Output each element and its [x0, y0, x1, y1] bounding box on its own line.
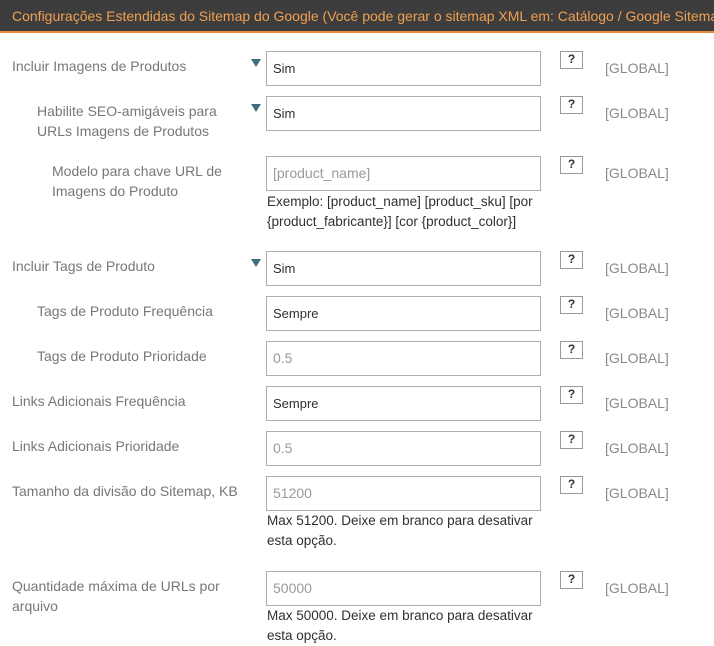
field-label: Tags de Produto Prioridade [37, 348, 207, 364]
scope-label: [GLOBAL] [605, 260, 669, 276]
help-button[interactable]: ? [560, 571, 583, 589]
scope-label: [GLOBAL] [605, 305, 669, 321]
scope-label: [GLOBAL] [605, 350, 669, 366]
section-header[interactable]: Configurações Estendidas do Sitemap do G… [0, 0, 714, 33]
help-button[interactable]: ? [560, 96, 583, 114]
help-button[interactable]: ? [560, 51, 583, 69]
help-button[interactable]: ? [560, 386, 583, 404]
max-urls-input[interactable]: 50000 [266, 571, 541, 606]
caret-down-icon[interactable] [251, 104, 261, 112]
help-button[interactable]: ? [560, 341, 583, 359]
field-label: Habilite SEO-amigáveis para URLs Imagens… [37, 103, 217, 139]
scope-label: [GLOBAL] [605, 395, 669, 411]
seo-urls-imagens-select[interactable]: Sim [266, 96, 541, 131]
field-note: Max 51200. Deixe em branco para desativa… [267, 513, 533, 548]
help-button[interactable]: ? [560, 296, 583, 314]
field-label: Links Adicionais Frequência [12, 393, 186, 409]
section-title: Configurações Estendidas do Sitemap do G… [12, 8, 714, 24]
tags-prioridade-input[interactable]: 0.5 [266, 341, 541, 376]
field-label: Links Adicionais Prioridade [12, 438, 180, 454]
incluir-tags-select[interactable]: Sim [266, 251, 541, 286]
field-label: Incluir Tags de Produto [12, 258, 155, 274]
links-frequencia-select[interactable]: Sempre [266, 386, 541, 421]
scope-label: [GLOBAL] [605, 105, 669, 121]
help-button[interactable]: ? [560, 476, 583, 494]
incluir-imagens-select[interactable]: Sim [266, 51, 541, 86]
tags-frequencia-select[interactable]: Sempre [266, 296, 541, 331]
links-prioridade-input[interactable]: 0.5 [266, 431, 541, 466]
modelo-chave-url-input[interactable]: [product_name] [266, 156, 541, 191]
field-label: Tamanho da divisão do Sitemap, KB [12, 483, 238, 499]
scope-label: [GLOBAL] [605, 165, 669, 181]
field-note: Max 50000. Deixe em branco para desativa… [267, 608, 533, 643]
field-label: Quantidade máxima de URLs por arquivo [12, 578, 220, 614]
help-button[interactable]: ? [560, 431, 583, 449]
field-label: Tags de Produto Frequência [37, 303, 213, 319]
caret-down-icon[interactable] [251, 59, 261, 67]
caret-down-icon[interactable] [251, 259, 261, 267]
help-button[interactable]: ? [560, 251, 583, 269]
field-label: Modelo para chave URL de Imagens do Prod… [52, 163, 222, 199]
help-button[interactable]: ? [560, 156, 583, 174]
field-note: Exemplo: [product_name] [product_sku] [p… [267, 194, 533, 229]
scope-label: [GLOBAL] [605, 440, 669, 456]
scope-label: [GLOBAL] [605, 580, 669, 596]
scope-label: [GLOBAL] [605, 60, 669, 76]
scope-label: [GLOBAL] [605, 485, 669, 501]
field-label: Incluir Imagens de Produtos [12, 58, 187, 74]
divisao-sitemap-input[interactable]: 51200 [266, 476, 541, 511]
